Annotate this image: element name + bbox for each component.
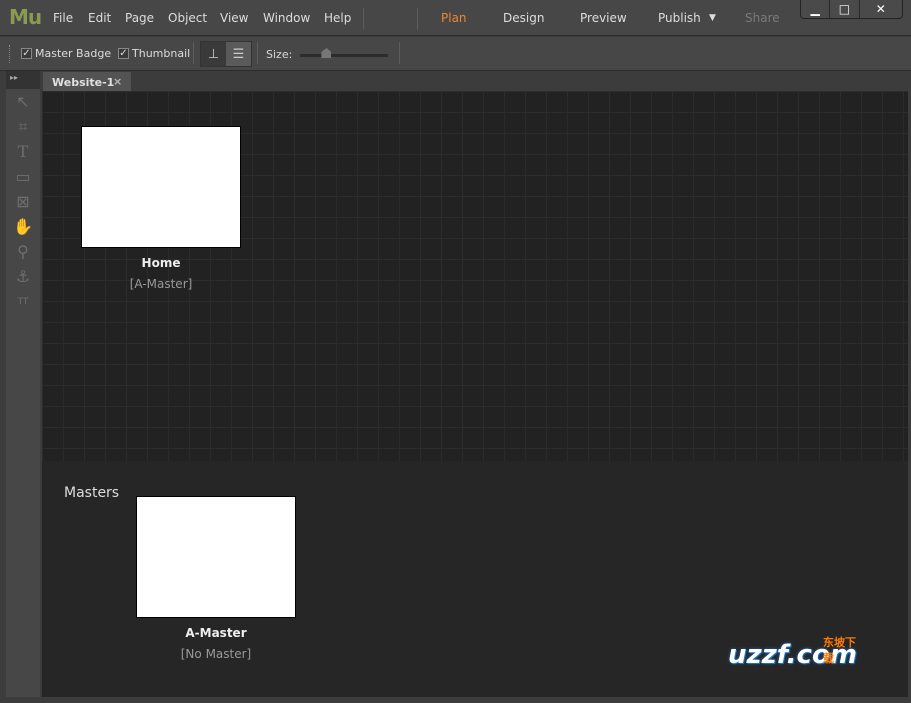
divider: [399, 42, 400, 64]
page-thumbnail-home[interactable]: Home [A-Master]: [81, 126, 241, 291]
checkbox-icon: ✓: [21, 48, 32, 59]
menu-page[interactable]: Page: [125, 11, 154, 25]
close-tab-icon[interactable]: ×: [113, 75, 122, 88]
tab-website-1[interactable]: Website-1 ×: [43, 72, 131, 91]
master-thumbnail[interactable]: [136, 496, 296, 618]
view-toggle: ⊥ ☰: [200, 41, 252, 67]
maximize-button[interactable]: □: [830, 0, 860, 18]
selection-tool-icon[interactable]: ↖: [6, 89, 40, 114]
plan-toolbar: ✓ Master Badge ✓ Thumbnail ⊥ ☰ Size:: [0, 37, 911, 71]
menu-view[interactable]: View: [220, 11, 248, 25]
sitemap-view-icon[interactable]: ⊥: [201, 42, 226, 66]
crop-tool-icon[interactable]: ⌗: [6, 114, 40, 139]
master-badge-checkbox[interactable]: ✓ Master Badge: [21, 47, 111, 60]
text-style-icon[interactable]: TT: [6, 289, 40, 314]
menu-edit[interactable]: Edit: [88, 11, 111, 25]
menu-bar: Mu File Edit Page Object View Window Hel…: [0, 0, 911, 36]
zoom-tool-icon[interactable]: ⚲: [6, 239, 40, 264]
size-label: Size:: [266, 48, 293, 61]
divider: [363, 8, 364, 30]
page-name[interactable]: Home: [81, 256, 241, 270]
mode-plan[interactable]: Plan: [441, 11, 467, 25]
master-badge-label: Master Badge: [35, 47, 112, 60]
master-name[interactable]: A-Master: [136, 626, 296, 640]
watermark-logo: uzzf.com 东坡下载: [728, 636, 857, 670]
collapse-panel-icon[interactable]: ▸▸: [6, 71, 40, 89]
hand-tool-icon[interactable]: ✋: [6, 214, 40, 239]
menu-help[interactable]: Help: [324, 11, 351, 25]
tab-bar: Website-1 ×: [40, 71, 911, 91]
mode-design[interactable]: Design: [503, 11, 544, 25]
page-master: [A-Master]: [129, 277, 193, 291]
anchor-icon[interactable]: ⚓: [6, 264, 40, 289]
app-logo: Mu: [9, 5, 42, 29]
checkbox-icon: ✓: [118, 48, 129, 59]
divider: [257, 42, 258, 64]
publish-dropdown-icon[interactable]: ▼: [709, 13, 716, 23]
mode-publish[interactable]: Publish: [658, 11, 701, 25]
text-tool-icon[interactable]: T: [6, 139, 40, 164]
mode-preview[interactable]: Preview: [580, 11, 627, 25]
image-frame-tool-icon[interactable]: ⊠: [6, 189, 40, 214]
menu-window[interactable]: Window: [263, 11, 310, 25]
master-parent: [No Master]: [180, 647, 252, 661]
master-thumbnail-a-master[interactable]: A-Master [No Master]: [136, 496, 296, 661]
thumbnail-checkbox[interactable]: ✓ Thumbnail: [118, 47, 190, 60]
thumbnail-label: Thumbnail: [132, 47, 191, 60]
divider: [417, 8, 418, 30]
window-controls: ▁ □ ✕: [800, 0, 903, 19]
close-button[interactable]: ✕: [860, 0, 902, 18]
toolbar-grip[interactable]: [9, 45, 12, 63]
minimize-button[interactable]: ▁: [801, 0, 831, 18]
size-slider[interactable]: [300, 48, 388, 58]
masters-label: Masters: [64, 485, 120, 501]
tools-panel: ▸▸ ↖ ⌗ T ▭ ⊠ ✋ ⚲ ⚓ TT: [6, 71, 40, 697]
tab-label: Website-1: [52, 76, 115, 89]
menu-file[interactable]: File: [53, 11, 73, 25]
page-thumbnail[interactable]: [81, 126, 241, 248]
slider-thumb[interactable]: [321, 48, 332, 58]
plan-canvas: Home [A-Master] Masters A-Master [No Mas…: [42, 91, 908, 697]
divider: [193, 42, 194, 64]
menu-object[interactable]: Object: [168, 11, 207, 25]
tree-view-icon[interactable]: ☰: [226, 42, 251, 66]
rectangle-tool-icon[interactable]: ▭: [6, 164, 40, 189]
mode-share[interactable]: Share: [745, 11, 780, 25]
